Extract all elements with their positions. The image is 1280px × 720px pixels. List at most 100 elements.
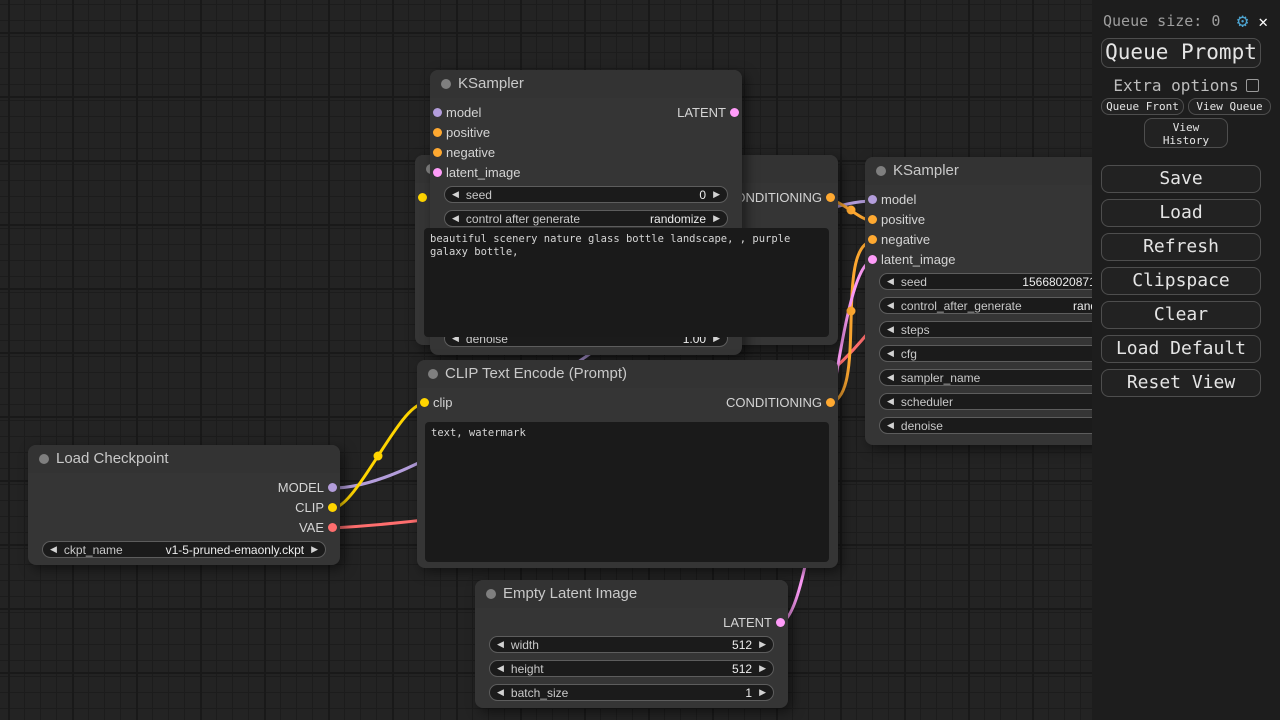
widget-value: 512 (732, 638, 752, 652)
widget-right-arrow-icon[interactable]: ▶ (713, 189, 720, 200)
input-label: model (881, 190, 916, 210)
widget-value: v1-5-pruned-emaonly.ckpt (166, 543, 305, 557)
widget-seed[interactable]: ◀ seed 0 ▶ (444, 186, 728, 203)
view-history-button[interactable]: View History (1144, 118, 1228, 148)
input-label: model (446, 103, 481, 123)
extra-options-checkbox[interactable] (1246, 79, 1259, 92)
widget-name: ckpt_name (64, 543, 123, 557)
collapse-dot-icon[interactable] (876, 166, 886, 176)
input-slot-negative[interactable] (868, 235, 877, 244)
widget-name: control_after_generate (901, 299, 1022, 313)
gear-icon[interactable]: ⚙ (1237, 11, 1248, 31)
extra-options-label: Extra options (1113, 76, 1238, 95)
save-button[interactable]: Save (1101, 165, 1261, 193)
output-label: CONDITIONING (726, 393, 822, 413)
widget-height[interactable]: ◀ height 512 ▶ (489, 660, 774, 677)
queue-prompt-button[interactable]: Queue Prompt (1101, 38, 1261, 68)
graph-canvas[interactable]: CLIP Text Encode (Prompt)clipCONDITIONIN… (0, 0, 1280, 720)
widget-left-arrow-icon[interactable]: ◀ (497, 663, 504, 674)
extra-options-row: Extra options (1092, 76, 1280, 95)
output-slot-CONDITIONING[interactable] (826, 398, 835, 407)
collapse-dot-icon[interactable] (428, 369, 438, 379)
input-slot-negative[interactable] (433, 148, 442, 157)
widget-name: steps (901, 323, 930, 337)
widget-right-arrow-icon[interactable]: ▶ (759, 663, 766, 674)
output-slot-CLIP[interactable] (328, 503, 337, 512)
widget-left-arrow-icon[interactable]: ◀ (452, 213, 459, 224)
output-slot-MODEL[interactable] (328, 483, 337, 492)
widget-batch_size[interactable]: ◀batch_size1▶ (489, 684, 774, 701)
input-slot-clip[interactable] (420, 398, 429, 407)
widget-width[interactable]: ◀ width 512 ▶ (489, 636, 774, 653)
view-queue-button[interactable]: View Queue (1188, 98, 1271, 115)
input-slot-model[interactable] (868, 195, 877, 204)
widget-left-arrow-icon[interactable]: ◀ (452, 189, 459, 200)
input-label: negative (446, 143, 495, 163)
widget-name: seed (466, 188, 492, 202)
load-default-button[interactable]: Load Default (1101, 335, 1261, 363)
widget-left-arrow-icon[interactable]: ◀ (887, 420, 894, 431)
input-slot-clip[interactable] (418, 193, 427, 202)
prompt-textarea[interactable]: beautiful scenery nature glass bottle la… (424, 228, 829, 337)
node-title[interactable]: Empty Latent Image (475, 580, 788, 608)
widget-name: width (511, 638, 539, 652)
collapse-dot-icon[interactable] (441, 79, 451, 89)
input-slot-model[interactable] (433, 108, 442, 117)
link-midpoint-dot[interactable] (847, 307, 856, 316)
sidebar-menu: Queue size: 0 ⚙ ✕ Queue Prompt Extra opt… (1092, 0, 1280, 720)
output-label: LATENT (677, 103, 726, 123)
node-title[interactable]: CLIP Text Encode (Prompt) (417, 360, 838, 388)
load-button[interactable]: Load (1101, 199, 1261, 227)
input-slot-positive[interactable] (868, 215, 877, 224)
widget-left-arrow-icon[interactable]: ◀ (50, 544, 57, 555)
input-slot-latent_image[interactable] (433, 168, 442, 177)
widget-name: control after generate (466, 212, 580, 226)
widget-left-arrow-icon[interactable]: ◀ (887, 300, 894, 311)
prompt-textarea[interactable]: text, watermark (425, 422, 829, 562)
widget-name: scheduler (901, 395, 953, 409)
widget-left-arrow-icon[interactable]: ◀ (497, 687, 504, 698)
link-midpoint-dot[interactable] (374, 452, 383, 461)
widget-right-arrow-icon[interactable]: ▶ (759, 639, 766, 650)
output-slot-VAE[interactable] (328, 523, 337, 532)
widget-left-arrow-icon[interactable]: ◀ (887, 348, 894, 359)
widget-value: 0 (699, 188, 706, 202)
widget-left-arrow-icon[interactable]: ◀ (887, 396, 894, 407)
input-slot-latent_image[interactable] (868, 255, 877, 264)
widget-control_after_generate[interactable]: ◀control after generaterandomize▶ (444, 210, 728, 227)
queue-size-label: Queue size: 0 (1103, 12, 1220, 30)
widget-left-arrow-icon[interactable]: ◀ (887, 276, 894, 287)
output-slot-LATENT[interactable] (776, 618, 785, 627)
input-label: positive (881, 210, 925, 230)
node-title[interactable]: Load Checkpoint (28, 445, 340, 473)
input-label: latent_image (446, 163, 520, 183)
refresh-button[interactable]: Refresh (1101, 233, 1261, 261)
node-title[interactable]: KSampler (430, 70, 742, 98)
close-icon[interactable]: ✕ (1258, 12, 1268, 31)
widget-right-arrow-icon[interactable]: ▶ (311, 544, 318, 555)
link-midpoint-dot[interactable] (847, 206, 856, 215)
clear-button[interactable]: Clear (1101, 301, 1261, 329)
input-slot-positive[interactable] (433, 128, 442, 137)
sidebar-header: Queue size: 0 ⚙ ✕ (1103, 9, 1272, 33)
widget-right-arrow-icon[interactable]: ▶ (759, 687, 766, 698)
widget-name: seed (901, 275, 927, 289)
widget-left-arrow-icon[interactable]: ◀ (497, 639, 504, 650)
output-label: VAE (299, 518, 324, 538)
collapse-dot-icon[interactable] (486, 589, 496, 599)
input-label: negative (881, 230, 930, 250)
widget-left-arrow-icon[interactable]: ◀ (887, 324, 894, 335)
widget-left-arrow-icon[interactable]: ◀ (887, 372, 894, 383)
widget-value: 512 (732, 662, 752, 676)
clipspace-button[interactable]: Clipspace (1101, 267, 1261, 295)
queue-front-button[interactable]: Queue Front (1101, 98, 1184, 115)
output-label: CLIP (295, 498, 324, 518)
collapse-dot-icon[interactable] (39, 454, 49, 464)
output-slot-LATENT[interactable] (730, 108, 739, 117)
reset-view-button[interactable]: Reset View (1101, 369, 1261, 397)
widget-name: height (511, 662, 544, 676)
output-slot-CONDITIONING[interactable] (826, 193, 835, 202)
widget-ckpt_name[interactable]: ◀ ckpt_name v1-5-pruned-emaonly.ckpt ▶ (42, 541, 326, 558)
input-label: latent_image (881, 250, 955, 270)
widget-right-arrow-icon[interactable]: ▶ (713, 213, 720, 224)
